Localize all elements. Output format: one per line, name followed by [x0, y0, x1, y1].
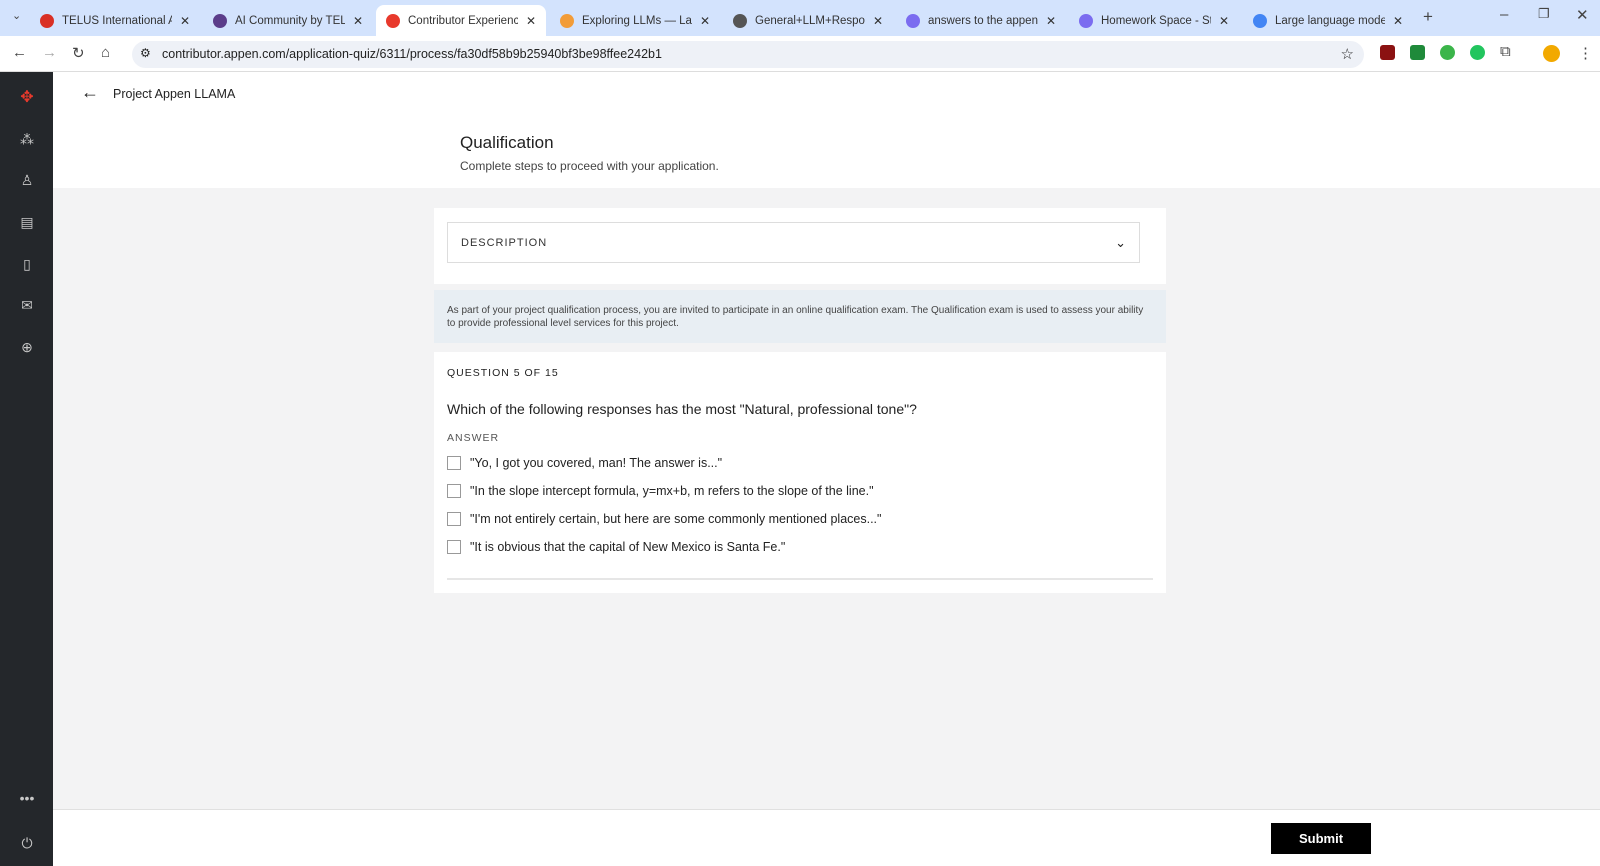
description-card: DESCRIPTION ⌄: [434, 208, 1166, 284]
forward-icon[interactable]: →: [42, 44, 57, 61]
checkbox[interactable]: [447, 484, 461, 498]
reload-icon[interactable]: ↻: [72, 44, 85, 62]
tab-title: Homework Space - Study: [1101, 14, 1211, 27]
tab-title: General+LLM+Response-: [755, 14, 865, 27]
description-accordion[interactable]: DESCRIPTION ⌄: [447, 222, 1140, 263]
tab-title: Contributor Experience: [408, 14, 518, 27]
chevron-down-icon[interactable]: ⌄: [1115, 235, 1126, 251]
more-icon[interactable]: •••: [18, 789, 36, 807]
tab-title: AI Community by TELUS I: [235, 14, 345, 27]
tab-title: TELUS International AI- C: [62, 14, 172, 27]
mail-icon[interactable]: ✉: [18, 296, 36, 314]
profile-icon[interactable]: ♙: [18, 171, 36, 189]
option-text: "It is obvious that the capital of New M…: [470, 540, 786, 554]
globe-icon: [733, 13, 747, 28]
answer-label: ANSWER: [447, 432, 500, 444]
tab-title: Large language model re: [1275, 14, 1385, 27]
question-card: QUESTION 5 OF 15 Which of the following …: [434, 352, 1166, 593]
appen-icon: [386, 13, 400, 28]
appen-logo-icon[interactable]: ✥: [18, 89, 36, 107]
tab-title: answers to the appen llar: [928, 14, 1038, 27]
browser-tab[interactable]: Exploring LLMs — Large I ✕: [550, 5, 720, 36]
extension-icon[interactable]: [1440, 45, 1455, 60]
doc-icon: [560, 13, 574, 28]
gmail-icon: [40, 13, 54, 28]
close-tab-icon[interactable]: ✕: [180, 14, 190, 28]
page-subtitle: Complete steps to proceed with your appl…: [460, 159, 719, 173]
browser-tab[interactable]: Contributor Experience ✕: [376, 5, 546, 36]
answer-option[interactable]: "In the slope intercept formula, y=mx+b,…: [447, 484, 1153, 498]
tab-title: Exploring LLMs — Large I: [582, 14, 692, 27]
back-arrow-icon[interactable]: ←: [81, 82, 99, 103]
page-title: Qualification: [460, 133, 554, 152]
tab-bar: ⌄ TELUS International AI- C✕AI Community…: [0, 0, 1600, 36]
ai-icon: [1079, 13, 1093, 28]
close-tab-icon[interactable]: ✕: [1046, 14, 1056, 28]
menu-kebab-icon[interactable]: ⋮: [1578, 44, 1593, 62]
browser-tab[interactable]: Homework Space - Study ✕: [1069, 5, 1239, 36]
browser-tab[interactable]: General+LLM+Response- ✕: [723, 5, 893, 36]
close-tab-icon[interactable]: ✕: [873, 14, 883, 28]
close-window-button[interactable]: ✕: [1576, 6, 1589, 24]
project-name[interactable]: Project Appen LLAMA: [113, 87, 235, 101]
answer-options: "Yo, I got you covered, man! The answer …: [447, 456, 1153, 554]
close-tab-icon[interactable]: ✕: [1219, 14, 1229, 28]
sidebar: ✥ ⁂ ♙ ▤ ▯ ✉ ⊕ ••• ⏻: [0, 72, 53, 866]
close-tab-icon[interactable]: ✕: [1393, 14, 1403, 28]
question-text: Which of the following responses has the…: [447, 401, 917, 417]
book-icon[interactable]: ▤: [18, 213, 36, 231]
close-tab-icon[interactable]: ✕: [353, 14, 363, 28]
browser-tab[interactable]: answers to the appen llar ✕: [896, 5, 1066, 36]
home-icon[interactable]: ⌂: [101, 44, 110, 61]
checkbox[interactable]: [447, 456, 461, 470]
answer-option[interactable]: "I'm not entirely certain, but here are …: [447, 512, 1153, 526]
browser-tab[interactable]: TELUS International AI- C ✕: [30, 5, 200, 36]
extensions-puzzle-icon[interactable]: ⧉: [1500, 43, 1511, 60]
url-input[interactable]: ⚙ contributor.appen.com/application-quiz…: [132, 41, 1364, 68]
back-icon[interactable]: ←: [12, 44, 27, 61]
answer-option[interactable]: "It is obvious that the capital of New M…: [447, 540, 1153, 554]
checkbox[interactable]: [447, 512, 461, 526]
minimize-button[interactable]: –: [1500, 6, 1508, 23]
restore-button[interactable]: ❐: [1538, 6, 1550, 22]
close-tab-icon[interactable]: ✕: [526, 14, 536, 28]
divider: [447, 578, 1153, 580]
url-text: contributor.appen.com/application-quiz/6…: [162, 47, 662, 61]
answer-option[interactable]: "Yo, I got you covered, man! The answer …: [447, 456, 1153, 470]
profile-avatar[interactable]: [1543, 45, 1560, 62]
community-icon: [213, 13, 227, 28]
question-counter: QUESTION 5 OF 15: [447, 367, 559, 379]
page-header: ← Project Appen LLAMA Qualification Comp…: [53, 72, 1600, 188]
submit-button[interactable]: Submit: [1271, 823, 1371, 854]
tab-search-button[interactable]: ⌄: [12, 9, 21, 22]
option-text: "I'm not entirely certain, but here are …: [470, 512, 882, 526]
close-tab-icon[interactable]: ✕: [700, 14, 710, 28]
power-icon[interactable]: ⏻: [18, 834, 36, 852]
address-bar: ← → ↻ ⌂ ⚙ contributor.appen.com/applicat…: [0, 36, 1600, 72]
site-info-icon[interactable]: ⚙: [140, 46, 151, 60]
google-icon: [1253, 13, 1267, 28]
option-text: "Yo, I got you covered, man! The answer …: [470, 456, 723, 470]
browser-tab[interactable]: Large language model re ✕: [1243, 5, 1413, 36]
option-text: "In the slope intercept formula, y=mx+b,…: [470, 484, 874, 498]
description-label: DESCRIPTION: [461, 236, 548, 249]
info-banner: As part of your project qualification pr…: [434, 290, 1166, 343]
checkbox[interactable]: [447, 540, 461, 554]
extension-icon[interactable]: [1410, 45, 1425, 60]
bookmark-star-icon[interactable]: ☆: [1341, 45, 1354, 63]
ai-icon: [906, 13, 920, 28]
projects-icon[interactable]: ⁂: [18, 130, 36, 148]
footer: Submit: [53, 809, 1600, 866]
globe-icon[interactable]: ⊕: [18, 338, 36, 356]
invoice-icon[interactable]: ▯: [18, 255, 36, 273]
extension-icon[interactable]: [1380, 45, 1395, 60]
new-tab-button[interactable]: +: [1423, 7, 1433, 27]
extension-icon[interactable]: [1470, 45, 1485, 60]
browser-tab[interactable]: AI Community by TELUS I ✕: [203, 5, 373, 36]
